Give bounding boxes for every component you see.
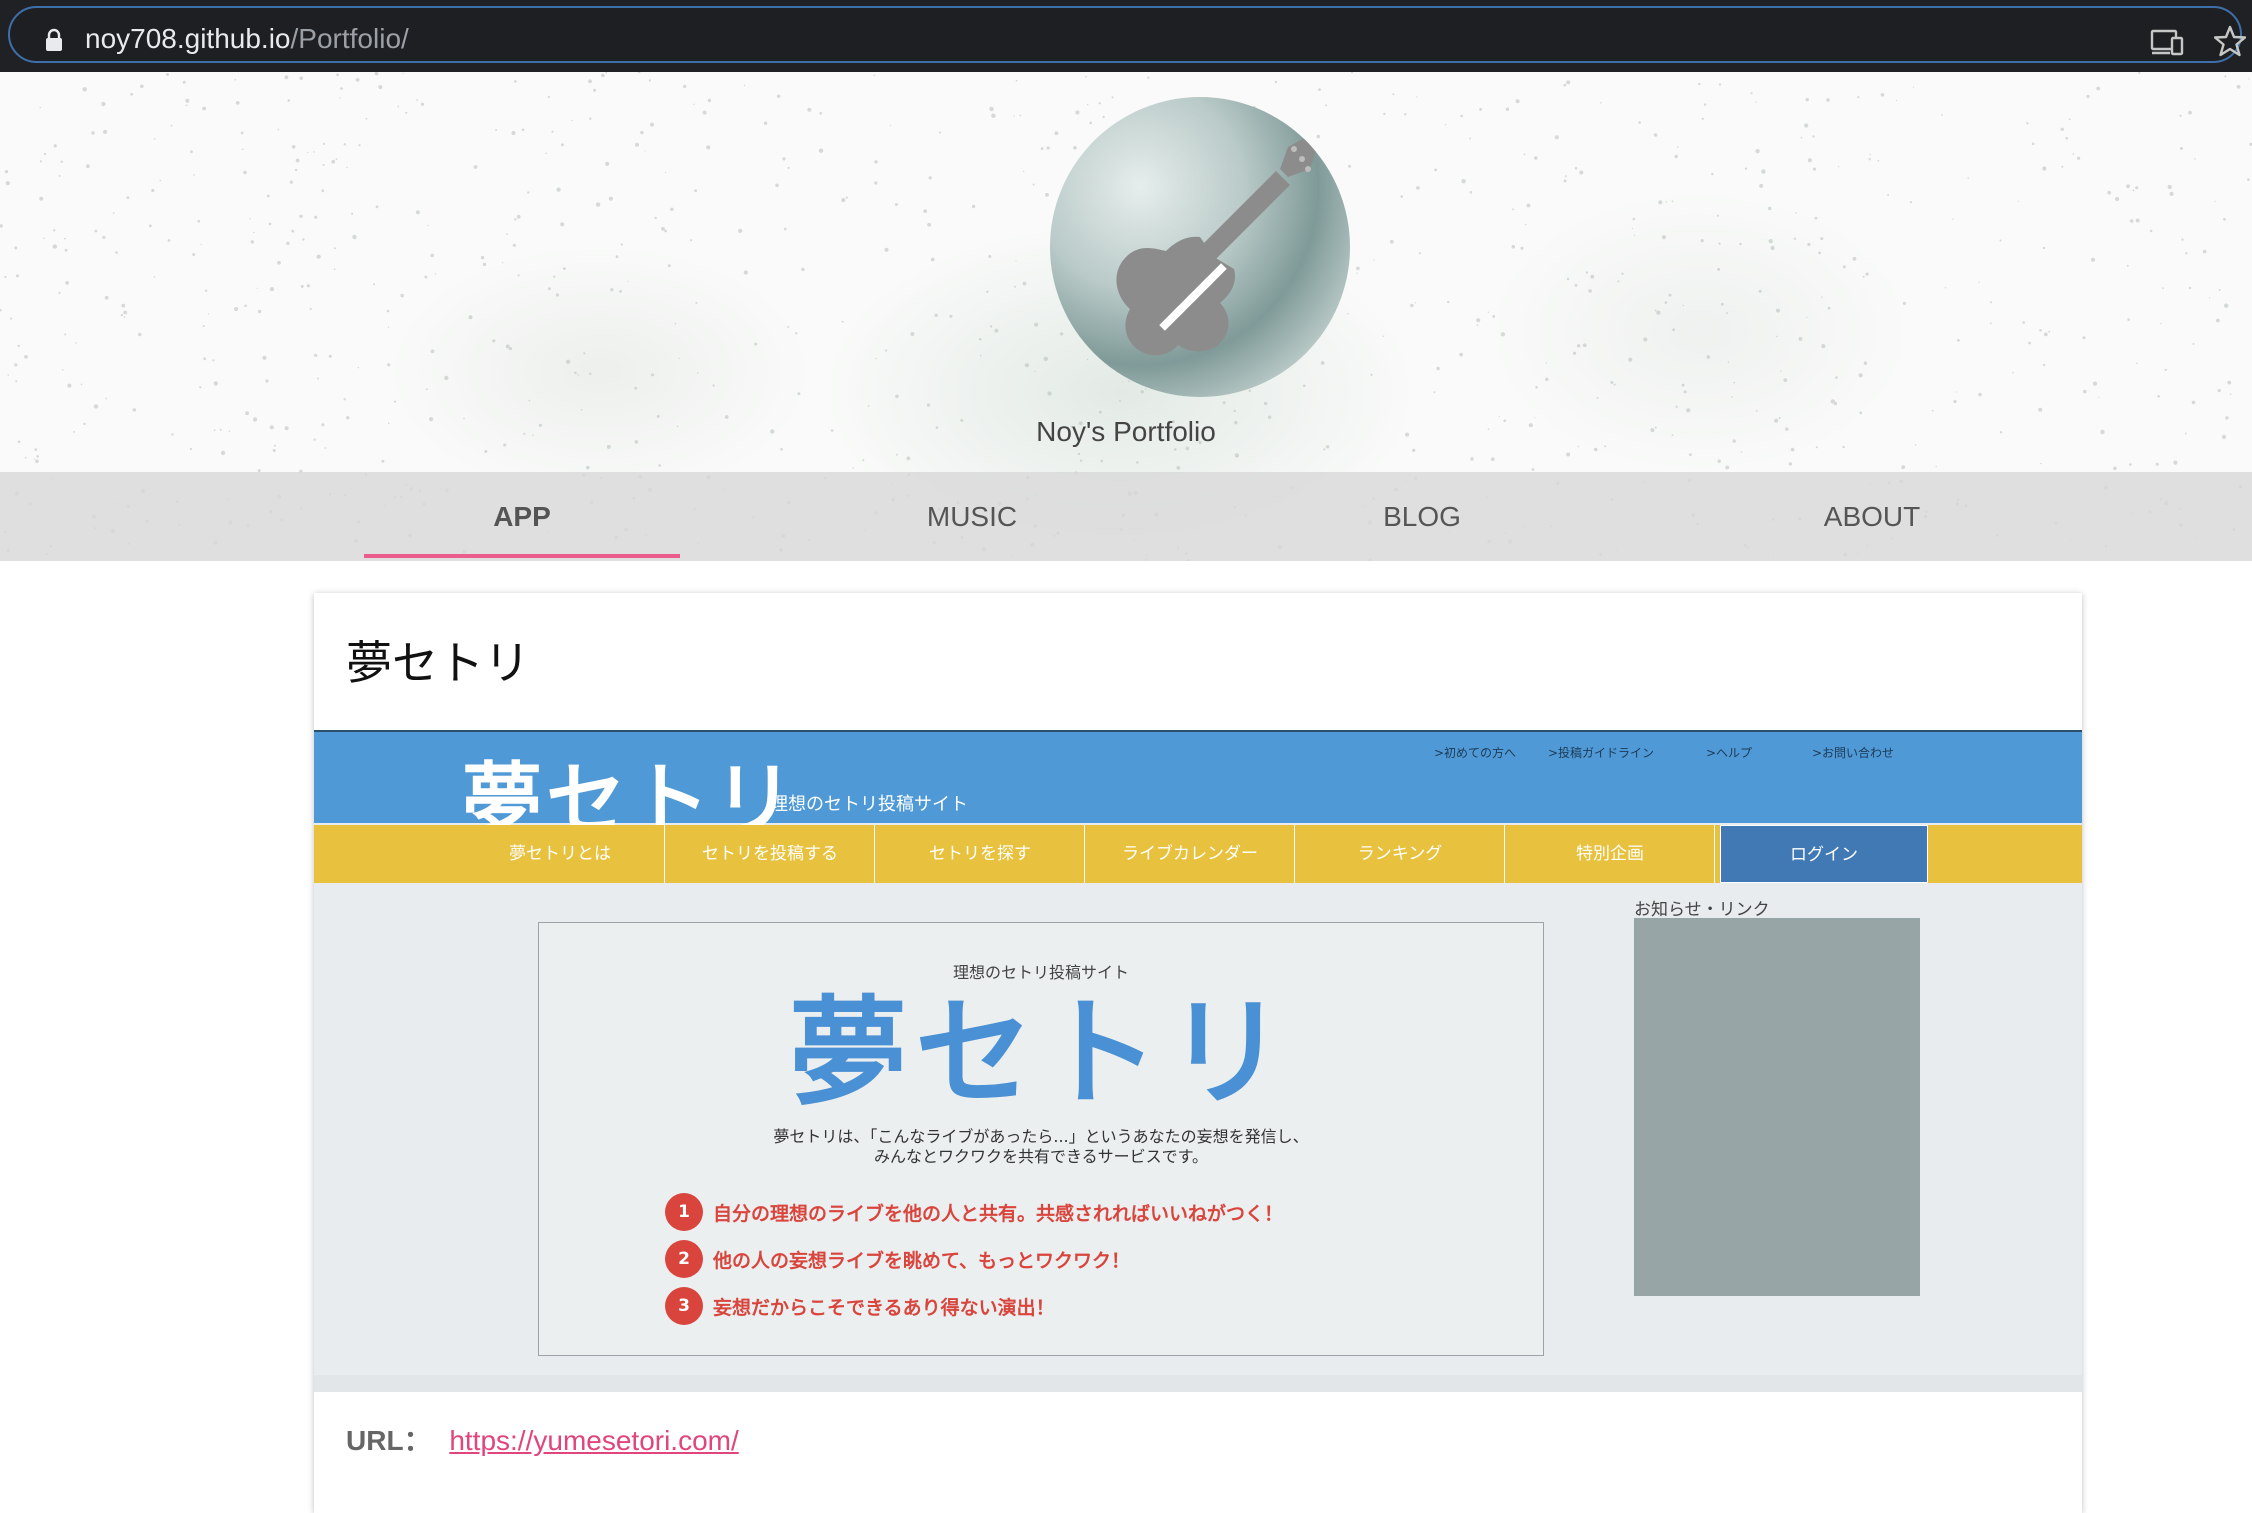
preview-header: 夢セトリ 理想のセトリ投稿サイト >初めての方へ >投稿ガイドライン >ヘルプ … (314, 732, 2082, 847)
card-title: 夢セトリ (346, 636, 530, 690)
preview-main-title: 夢セトリ (788, 984, 1293, 1122)
browser-toolbar: noy708.github.io/Portfolio/ (0, 0, 2252, 72)
point-text: 妄想だからこそできるあり得ない演出！ (713, 1297, 1055, 1319)
star-icon[interactable] (2214, 25, 2246, 57)
preview-menu-item: ライブカレンダー (1086, 825, 1295, 883)
app-url-link[interactable]: https://yumesetori.com/ (449, 1425, 738, 1456)
preview-menu-item: ランキング (1296, 825, 1505, 883)
avatar (1050, 97, 1350, 397)
preview-top-link: >ヘルプ (1706, 746, 1753, 760)
preview-description-line: 夢セトリは、「こんなライブがあったら...」というあなたの妄想を発信し、 (773, 1127, 1309, 1146)
preview-menu: 夢セトリとは セトリを投稿する セトリを探す ライブカレンダー ランキング 特別… (314, 825, 2082, 883)
address-bar[interactable]: noy708.github.io/Portfolio/ (8, 6, 2246, 63)
url-path: /Portfolio/ (290, 23, 409, 54)
app-screenshot: 夢セトリ 理想のセトリ投稿サイト >初めての方へ >投稿ガイドライン >ヘルプ … (314, 730, 2082, 1392)
point-number-badge: 2 (665, 1240, 703, 1278)
url-row: URL： https://yumesetori.com/ (346, 1419, 739, 1459)
tab-blog[interactable]: BLOG (1264, 472, 1580, 561)
preview-bottom-strip (314, 1375, 2082, 1392)
preview-main-banner: 理想のセトリ投稿サイト 夢セトリ 夢セトリは、「こんなライブがあったら...」と… (538, 922, 1544, 1356)
guitar-icon (1116, 137, 1316, 356)
preview-top-link: >投稿ガイドライン (1548, 746, 1655, 760)
cast-icon[interactable] (2150, 28, 2184, 56)
point-text: 自分の理想のライブを他の人と共有。共感されればいいねがつく！ (713, 1203, 1284, 1225)
lock-icon[interactable] (44, 28, 64, 52)
preview-menu-item: セトリを投稿する (666, 825, 875, 883)
nav-tabbar: APP MUSIC BLOG ABOUT (0, 472, 2252, 561)
point-number-badge: 3 (665, 1287, 703, 1325)
url-host: noy708.github.io (85, 23, 291, 54)
tab-music[interactable]: MUSIC (814, 472, 1130, 561)
point-number-badge: 1 (665, 1193, 703, 1231)
preview-description: 夢セトリは、「こんなライブがあったら...」というあなたの妄想を発信し、 みんな… (539, 1127, 1543, 1167)
tab-app[interactable]: APP (364, 472, 680, 561)
point-text: 他の人の妄想ライブを眺めて、もっとワクワク！ (713, 1250, 1131, 1272)
preview-tagline: 理想のセトリ投稿サイト (770, 794, 968, 815)
hero-header: Noy's Portfolio APP MUSIC BLOG ABOUT (0, 72, 2252, 561)
preview-menu-item: 特別企画 (1506, 825, 1715, 883)
tab-about[interactable]: ABOUT (1714, 472, 2030, 561)
preview-menu-item: セトリを探す (876, 825, 1085, 883)
active-tab-indicator (364, 554, 680, 558)
preview-login-button: ログイン (1720, 825, 1928, 883)
preview-menu-item: 夢セトリとは (456, 825, 665, 883)
preview-description-line: みんなとワクワクを共有できるサービスです。 (873, 1147, 1209, 1166)
address-url[interactable]: noy708.github.io/Portfolio/ (85, 22, 409, 56)
preview-main-subtitle: 理想のセトリ投稿サイト (952, 963, 1129, 982)
app-card: 夢セトリ 夢セトリ 理想のセトリ投稿サイト >初めての方へ >投稿ガイドライン … (314, 593, 2082, 1513)
url-label: URL： (346, 1425, 432, 1456)
preview-side-panel (1634, 918, 1920, 1296)
preview-top-link: >初めての方へ (1434, 746, 1517, 760)
site-name: Noy's Portfolio (1036, 416, 1216, 447)
preview-top-link: >お問い合わせ (1812, 746, 1895, 760)
preview-side-label: お知らせ・リンク (1634, 900, 1770, 920)
